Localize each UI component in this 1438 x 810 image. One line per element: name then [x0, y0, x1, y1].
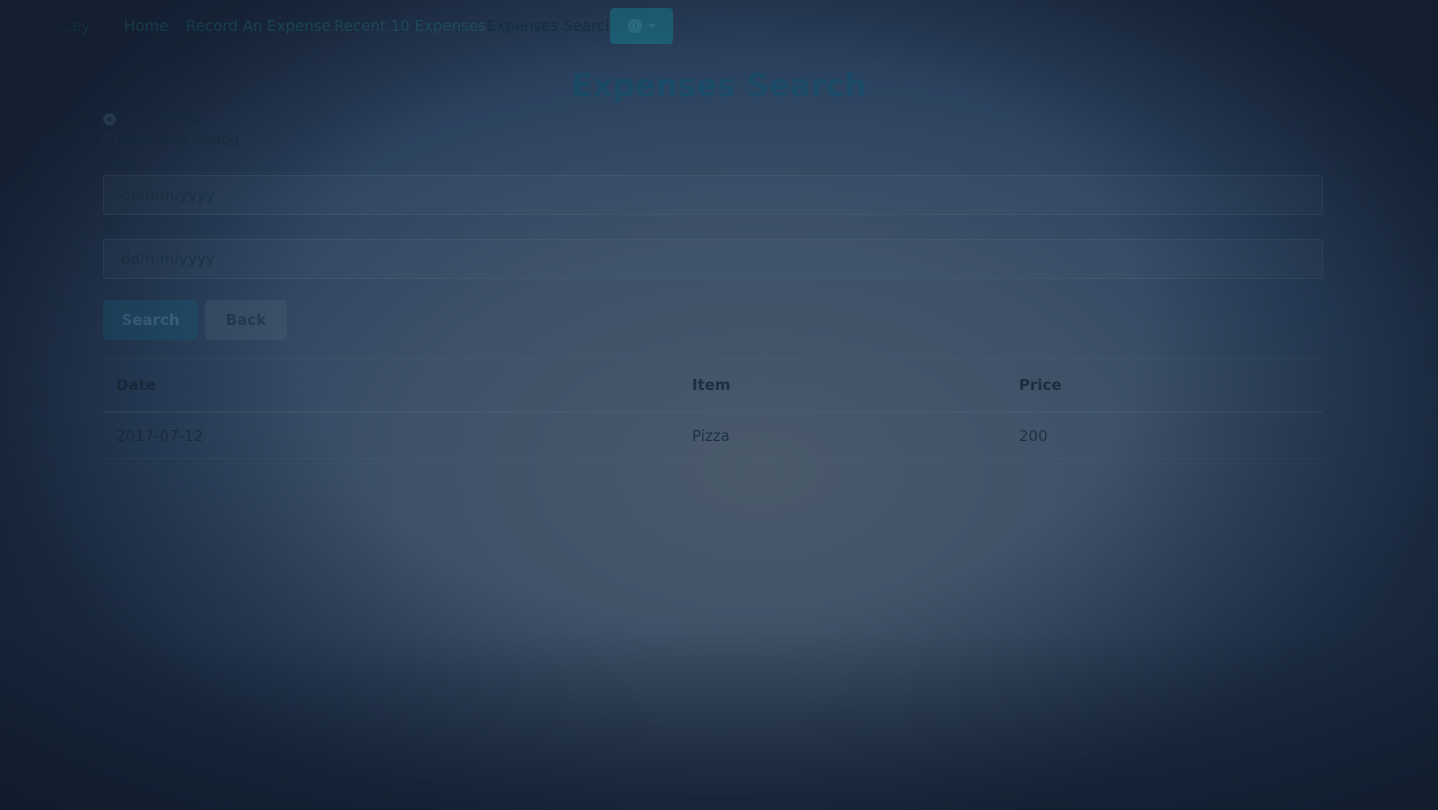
navbar: ...ey Home Record An Expense Recent 10 E… — [0, 0, 1438, 52]
radio-unchecked-icon[interactable] — [103, 133, 116, 147]
search-button[interactable]: Search — [103, 300, 198, 340]
radio-this-month-label: This Month — [119, 110, 202, 128]
table-row: 2017-07-12 Pizza 200 — [103, 412, 1323, 459]
nav-item-expenses-search[interactable]: Expenses Search — [487, 17, 615, 35]
page-title: Expenses Search — [571, 68, 867, 104]
cell-item: Pizza — [679, 412, 1006, 459]
language-dropdown-button[interactable] — [610, 8, 673, 44]
to-date-input[interactable] — [103, 239, 1323, 279]
column-header-date: Date — [103, 358, 679, 413]
from-label: From — [103, 153, 141, 171]
to-label: To — [103, 217, 119, 235]
radio-this-month[interactable]: This Month — [103, 110, 201, 128]
nav-brand[interactable]: ...ey — [58, 17, 90, 35]
nav-item-home[interactable]: Home — [124, 17, 168, 35]
radio-specified-period[interactable]: Specified Period — [103, 131, 239, 149]
expenses-table: Date Item Price 2017-07-12 Pizza 200 — [103, 358, 1323, 459]
table-header-row: Date Item Price — [103, 358, 1323, 413]
radio-specified-period-label: Specified Period — [119, 131, 240, 149]
radio-checked-icon[interactable] — [103, 112, 116, 126]
nav-item-record-expense[interactable]: Record An Expense — [186, 17, 331, 35]
caret-down-icon — [647, 24, 656, 28]
cell-price: 200 — [1006, 412, 1323, 459]
cell-date: 2017-07-12 — [103, 412, 679, 459]
back-button[interactable]: Back — [205, 300, 287, 340]
column-header-item: Item — [679, 358, 1006, 413]
nav-item-recent-expenses[interactable]: Recent 10 Expenses — [334, 17, 486, 35]
globe-icon — [627, 19, 642, 33]
column-header-price: Price — [1006, 358, 1323, 413]
from-date-input[interactable] — [103, 175, 1323, 215]
